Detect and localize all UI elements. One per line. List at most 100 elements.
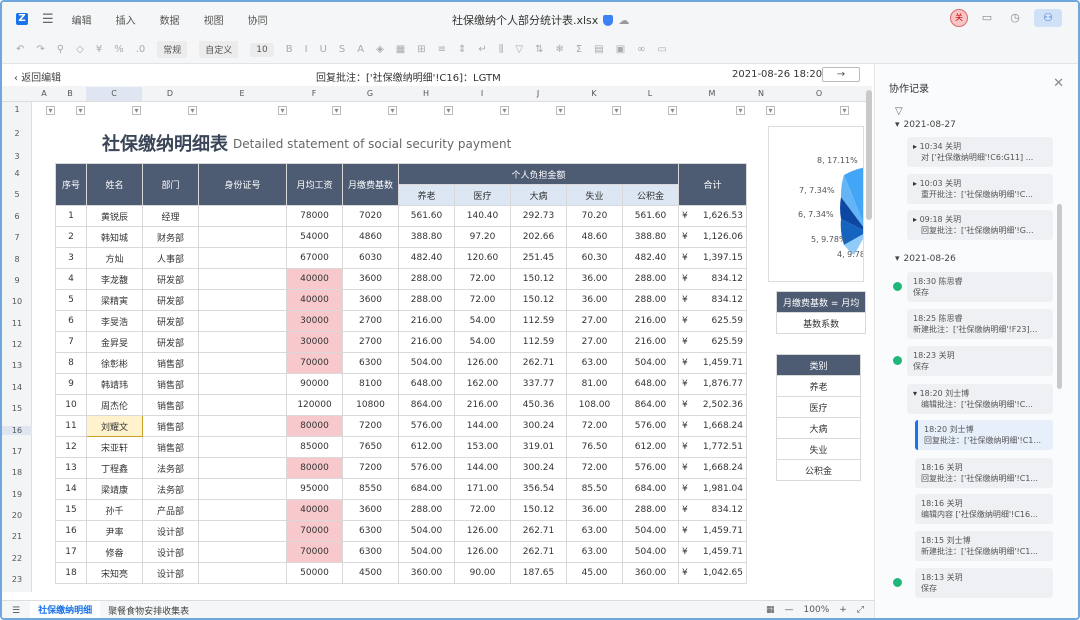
cell-b[interactable]: 72.00 xyxy=(454,268,511,290)
cell-id[interactable] xyxy=(198,415,287,437)
cell-salary[interactable]: 54000 xyxy=(286,226,343,248)
next-record-button[interactable]: → xyxy=(822,67,860,82)
cell-name[interactable]: 韩靖玮 xyxy=(86,373,143,395)
col-l[interactable]: L xyxy=(622,89,678,98)
vertical-scrollbar[interactable] xyxy=(866,90,872,220)
cell-salary[interactable]: 70000 xyxy=(286,352,343,374)
comment-add-icon[interactable]: ▭ xyxy=(657,44,666,55)
menu-data[interactable]: 数据 xyxy=(160,12,180,27)
cell-total[interactable]: ¥834.12 xyxy=(678,289,747,311)
header-dept[interactable]: 部门 xyxy=(142,163,199,206)
cell-id[interactable] xyxy=(198,310,287,332)
header-critical[interactable]: 大病 xyxy=(510,184,567,206)
cell-base[interactable]: 6030 xyxy=(342,247,399,269)
header-salary[interactable]: 月均工资 xyxy=(286,163,343,206)
cell-salary[interactable]: 50000 xyxy=(286,562,343,584)
row-number[interactable]: 23 xyxy=(2,575,32,584)
col-h[interactable]: H xyxy=(398,89,454,98)
col-e[interactable]: E xyxy=(198,89,286,98)
format-painter-icon[interactable]: ⚲ xyxy=(57,44,64,55)
row-number[interactable]: 9 xyxy=(2,276,32,285)
category-header[interactable]: 类别 xyxy=(776,354,861,376)
row-number[interactable]: 4 xyxy=(2,169,32,178)
cell-d[interactable]: 63.00 xyxy=(566,541,623,563)
cell-a[interactable]: 504.00 xyxy=(398,541,455,563)
cell-salary[interactable]: 70000 xyxy=(286,520,343,542)
header-unemployment[interactable]: 失业 xyxy=(566,184,623,206)
cell-dept[interactable]: 销售部 xyxy=(142,373,199,395)
cell-name[interactable]: 尹率 xyxy=(86,520,143,542)
row-number[interactable]: 13 xyxy=(2,361,32,370)
cell-d[interactable]: 70.20 xyxy=(566,205,623,227)
row-number[interactable]: 20 xyxy=(2,511,32,520)
row-number[interactable]: 18 xyxy=(2,468,32,477)
avatar[interactable]: 关 xyxy=(950,9,968,27)
sort-icon[interactable]: ⇅ xyxy=(535,44,543,55)
cell-b[interactable]: 216.00 xyxy=(454,394,511,416)
cell-e[interactable]: 504.00 xyxy=(622,520,679,542)
percent-icon[interactable]: % xyxy=(114,44,124,55)
caret-down-icon[interactable]: ▾ xyxy=(895,120,900,130)
align-icon[interactable]: ≡ xyxy=(438,44,446,55)
cell-base[interactable]: 6300 xyxy=(342,520,399,542)
category-cell[interactable]: 公积金 xyxy=(776,459,861,481)
col-g[interactable]: G xyxy=(342,89,398,98)
share-users-icon[interactable]: ⚇ xyxy=(1034,9,1062,27)
sum-icon[interactable]: Σ xyxy=(576,44,582,55)
cell-seq[interactable]: 3 xyxy=(55,247,87,269)
cell-e[interactable]: 576.00 xyxy=(622,415,679,437)
cell-a[interactable]: 648.00 xyxy=(398,373,455,395)
col-b[interactable]: B xyxy=(56,89,84,98)
filter-icon[interactable]: ▾ xyxy=(388,106,397,115)
valign-icon[interactable]: ⇕ xyxy=(458,44,466,55)
row-number[interactable]: 16 xyxy=(2,426,32,435)
history-icon[interactable]: ◷ xyxy=(1006,9,1024,27)
cell-d[interactable]: 36.00 xyxy=(566,268,623,290)
cell-a[interactable]: 288.00 xyxy=(398,499,455,521)
cell-id[interactable] xyxy=(198,226,287,248)
cell-total[interactable]: ¥834.12 xyxy=(678,268,747,290)
cell-dept[interactable]: 销售部 xyxy=(142,352,199,374)
cell-salary[interactable]: 70000 xyxy=(286,541,343,563)
border-icon[interactable]: ▦ xyxy=(396,44,405,55)
history-card[interactable]: 18:20 刘士博 回复批注：['社保缴纳明细'!C1... xyxy=(915,420,1053,450)
cell-b[interactable]: 72.00 xyxy=(454,289,511,311)
cell-c[interactable]: 262.71 xyxy=(510,352,567,374)
col-j[interactable]: J xyxy=(510,89,566,98)
cell-total[interactable]: ¥1,981.04 xyxy=(678,478,747,500)
row-number[interactable]: 8 xyxy=(2,255,32,264)
cell-c[interactable]: 202.66 xyxy=(510,226,567,248)
cell-d[interactable]: 108.00 xyxy=(566,394,623,416)
cell-e[interactable]: 288.00 xyxy=(622,499,679,521)
cell-a[interactable]: 388.80 xyxy=(398,226,455,248)
decimal-icon[interactable]: .0 xyxy=(136,44,146,55)
cell-id[interactable] xyxy=(198,352,287,374)
cell-base[interactable]: 10800 xyxy=(342,394,399,416)
cell-id[interactable] xyxy=(198,457,287,479)
row-number[interactable]: 6 xyxy=(2,212,32,221)
freeze-icon[interactable]: ❄ xyxy=(556,44,564,55)
cell-c[interactable]: 356.54 xyxy=(510,478,567,500)
history-card[interactable]: 18:23 关玥 保存 xyxy=(907,346,1053,376)
cell-d[interactable]: 36.00 xyxy=(566,499,623,521)
cell-name[interactable]: 宋亚轩 xyxy=(86,436,143,458)
cell-d[interactable]: 36.00 xyxy=(566,289,623,311)
cell-dept[interactable]: 研发部 xyxy=(142,289,199,311)
cell-a[interactable]: 576.00 xyxy=(398,415,455,437)
view-mode-icon[interactable]: ▦ xyxy=(766,605,775,615)
cell-b[interactable]: 126.00 xyxy=(454,352,511,374)
cell-id[interactable] xyxy=(198,562,287,584)
cell-dept[interactable]: 销售部 xyxy=(142,436,199,458)
clear-icon[interactable]: ◇ xyxy=(76,44,84,55)
header-total[interactable]: 合计 xyxy=(678,163,747,206)
cell-b[interactable]: 140.40 xyxy=(454,205,511,227)
file-title[interactable]: 社保缴纳个人部分统计表.xlsx xyxy=(452,12,598,28)
cell-id[interactable] xyxy=(198,247,287,269)
menu-collab[interactable]: 协同 xyxy=(248,12,268,27)
cell-a[interactable]: 360.00 xyxy=(398,562,455,584)
history-card[interactable]: 18:16 关玥 回复批注：['社保缴纳明细'!C1... xyxy=(915,458,1053,488)
cell-id[interactable] xyxy=(198,499,287,521)
cell-seq[interactable]: 14 xyxy=(55,478,87,500)
link-icon[interactable]: ∞ xyxy=(637,44,645,55)
base-header[interactable]: 月缴费基数 = 月均 xyxy=(775,291,867,313)
